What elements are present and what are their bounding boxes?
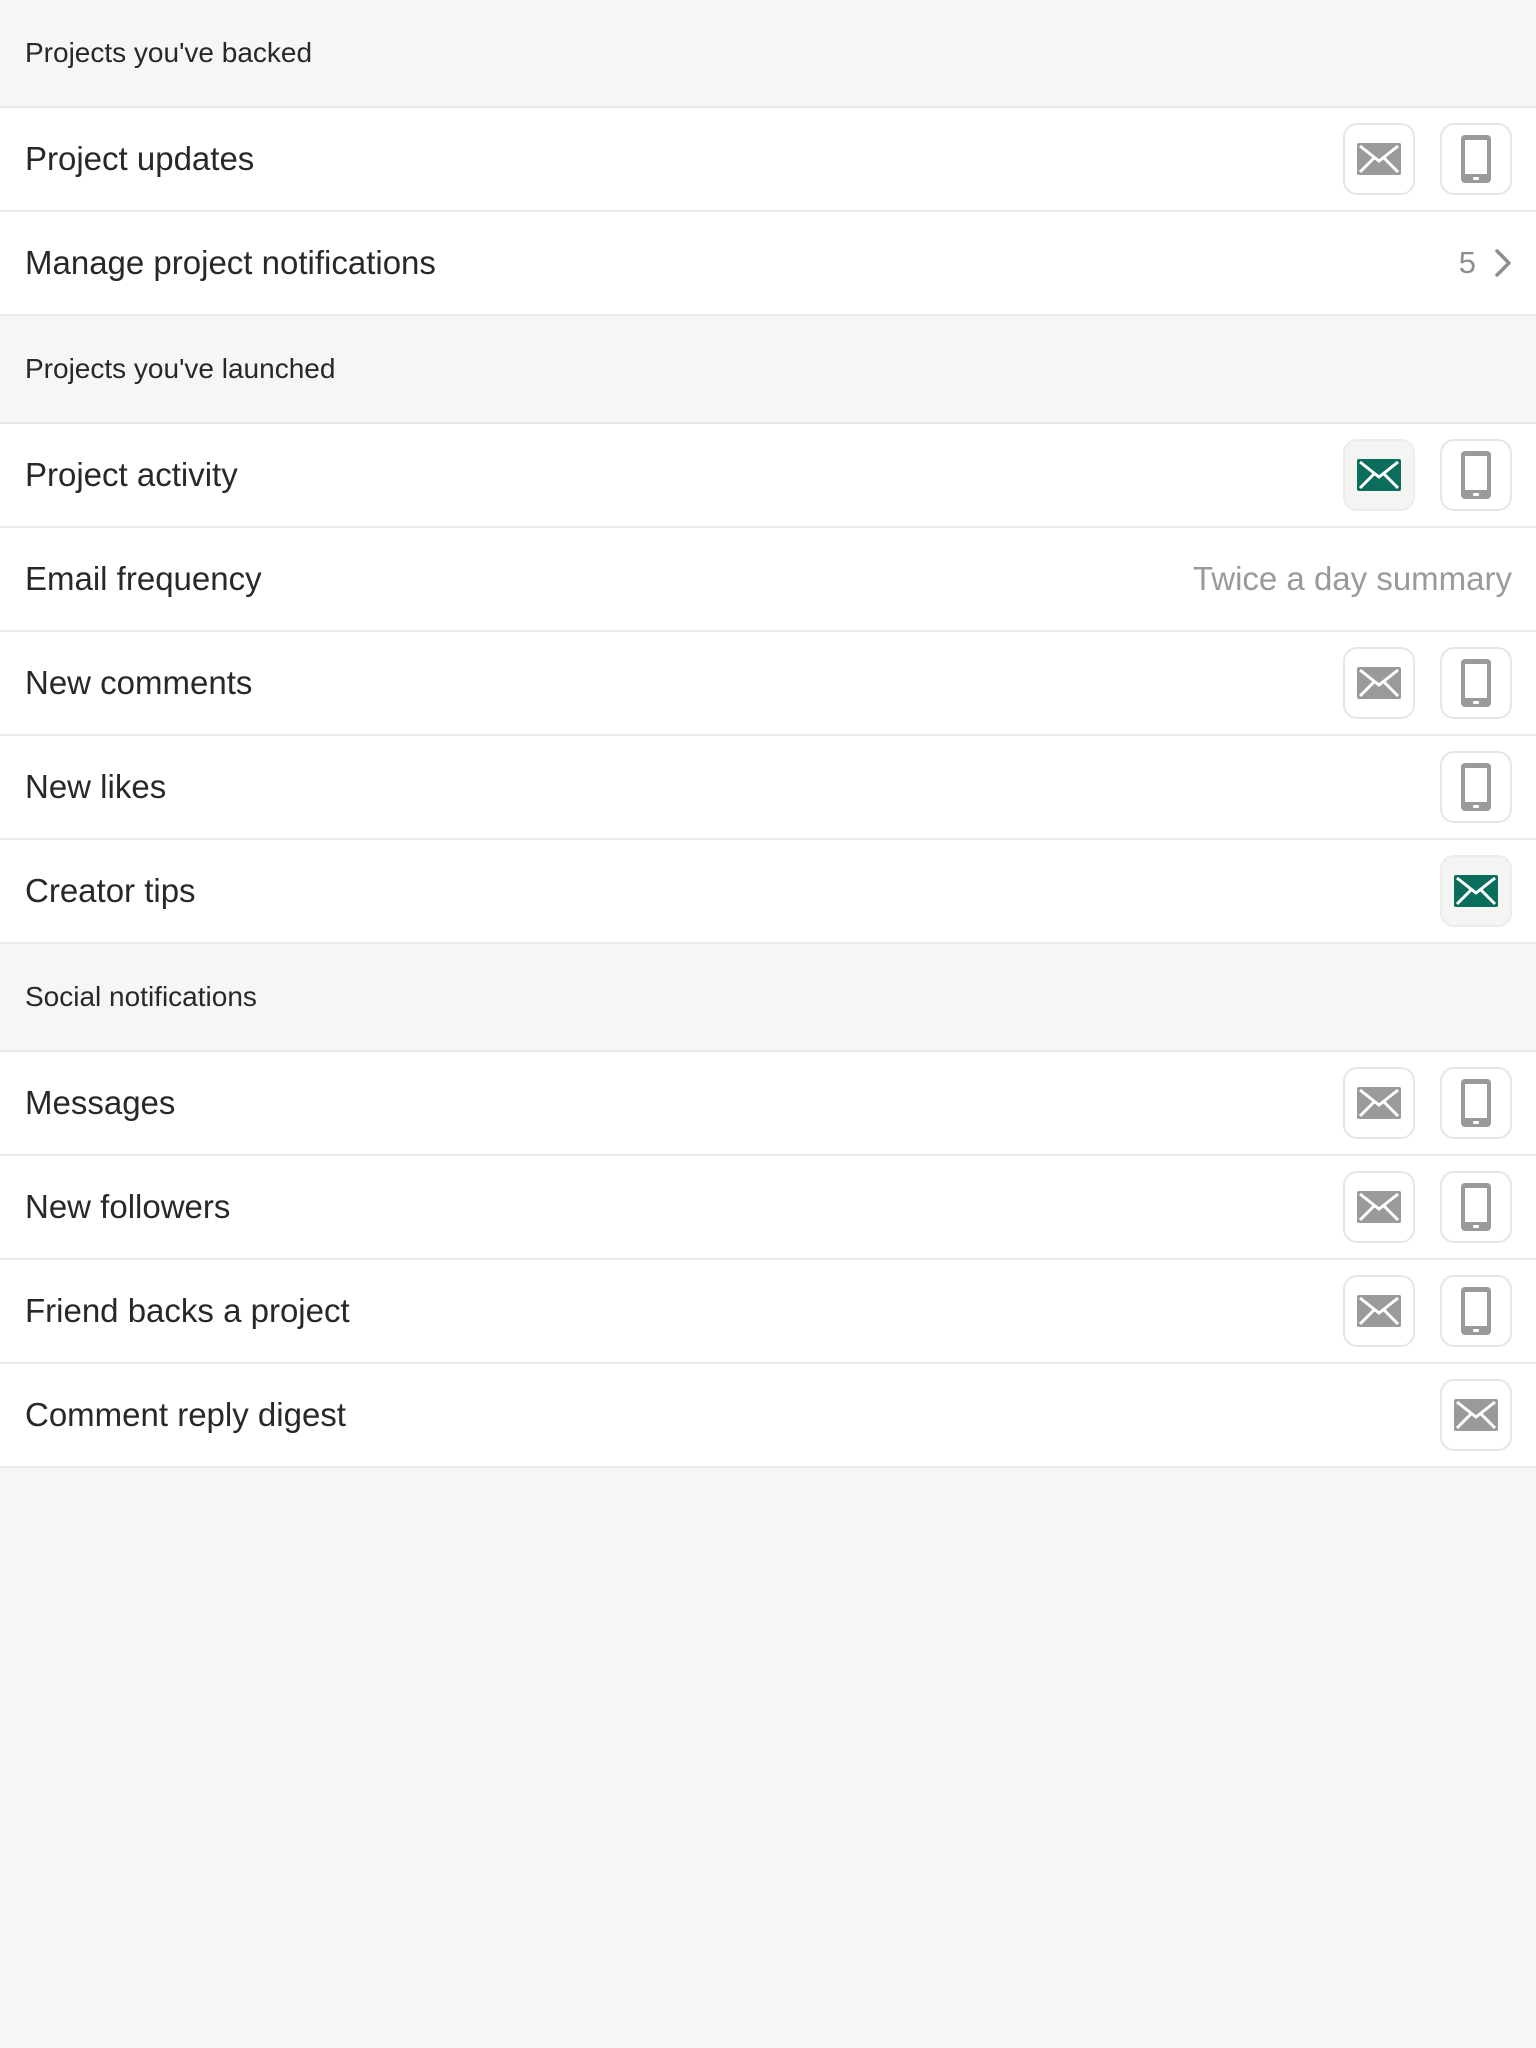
section-title: Projects you've backed — [25, 37, 313, 68]
row-comment-reply-digest: Comment reply digest — [0, 1364, 1536, 1468]
row-label: Project activity — [25, 456, 238, 493]
notification-count: 5 — [1458, 245, 1476, 280]
notification-settings-screen: Projects you've backed Project updates M… — [0, 0, 1536, 2048]
phone-toggle[interactable] — [1440, 439, 1512, 511]
email-toggle[interactable] — [1343, 647, 1415, 719]
row-messages: Messages — [0, 1052, 1536, 1156]
row-actions — [1318, 1171, 1512, 1243]
phone-toggle[interactable] — [1440, 123, 1512, 195]
section-title: Projects you've launched — [25, 353, 336, 384]
row-actions — [1415, 1379, 1512, 1451]
row-friend-backs-project: Friend backs a project — [0, 1260, 1536, 1364]
row-actions — [1318, 647, 1512, 719]
email-toggle[interactable] — [1440, 1379, 1512, 1451]
chevron-right-icon — [1494, 248, 1512, 278]
email-toggle[interactable] — [1343, 439, 1415, 511]
row-label: Comment reply digest — [25, 1396, 346, 1433]
row-manage-project-notifications[interactable]: Manage project notifications 5 — [0, 212, 1536, 316]
row-actions — [1318, 439, 1512, 511]
row-actions — [1318, 1067, 1512, 1139]
envelope-icon — [1357, 1191, 1401, 1223]
row-label: Manage project notifications — [25, 244, 436, 281]
row-label: Project updates — [25, 140, 255, 177]
row-actions: Twice a day summary — [1193, 560, 1512, 598]
row-email-frequency[interactable]: Email frequency Twice a day summary — [0, 528, 1536, 632]
email-toggle[interactable] — [1343, 1275, 1415, 1347]
row-actions — [1318, 1275, 1512, 1347]
section-title: Social notifications — [25, 981, 257, 1012]
phone-toggle[interactable] — [1440, 647, 1512, 719]
email-toggle[interactable] — [1343, 1171, 1415, 1243]
row-actions — [1415, 751, 1512, 823]
row-label: New likes — [25, 768, 167, 805]
email-toggle[interactable] — [1343, 1067, 1415, 1139]
row-project-updates: Project updates — [0, 108, 1536, 212]
phone-icon — [1461, 1183, 1491, 1231]
phone-icon — [1461, 451, 1491, 499]
row-new-comments: New comments — [0, 632, 1536, 736]
section-header-social: Social notifications — [0, 944, 1536, 1052]
envelope-icon — [1357, 459, 1401, 491]
envelope-icon — [1454, 875, 1498, 907]
envelope-icon — [1357, 143, 1401, 175]
row-actions: 5 — [1459, 245, 1512, 281]
phone-icon — [1461, 1287, 1491, 1335]
row-label: Creator tips — [25, 872, 196, 909]
envelope-icon — [1357, 667, 1401, 699]
phone-toggle[interactable] — [1440, 751, 1512, 823]
email-toggle[interactable] — [1440, 855, 1512, 927]
row-actions — [1318, 123, 1512, 195]
phone-toggle[interactable] — [1440, 1171, 1512, 1243]
phone-icon — [1461, 763, 1491, 811]
phone-icon — [1461, 1079, 1491, 1127]
row-label: New followers — [25, 1188, 231, 1225]
row-actions — [1415, 855, 1512, 927]
email-frequency-value: Twice a day summary — [1192, 560, 1512, 597]
envelope-icon — [1357, 1295, 1401, 1327]
row-label: Messages — [25, 1084, 176, 1121]
row-project-activity: Project activity — [0, 424, 1536, 528]
row-new-likes: New likes — [0, 736, 1536, 840]
envelope-icon — [1454, 1399, 1498, 1431]
section-header-launched: Projects you've launched — [0, 316, 1536, 424]
row-creator-tips: Creator tips — [0, 840, 1536, 944]
row-label: Friend backs a project — [25, 1292, 350, 1329]
phone-toggle[interactable] — [1440, 1067, 1512, 1139]
email-toggle[interactable] — [1343, 123, 1415, 195]
row-label: New comments — [25, 664, 253, 701]
envelope-icon — [1357, 1087, 1401, 1119]
section-header-backed: Projects you've backed — [0, 0, 1536, 108]
phone-icon — [1461, 135, 1491, 183]
row-new-followers: New followers — [0, 1156, 1536, 1260]
phone-icon — [1461, 659, 1491, 707]
phone-toggle[interactable] — [1440, 1275, 1512, 1347]
row-label: Email frequency — [25, 560, 262, 597]
